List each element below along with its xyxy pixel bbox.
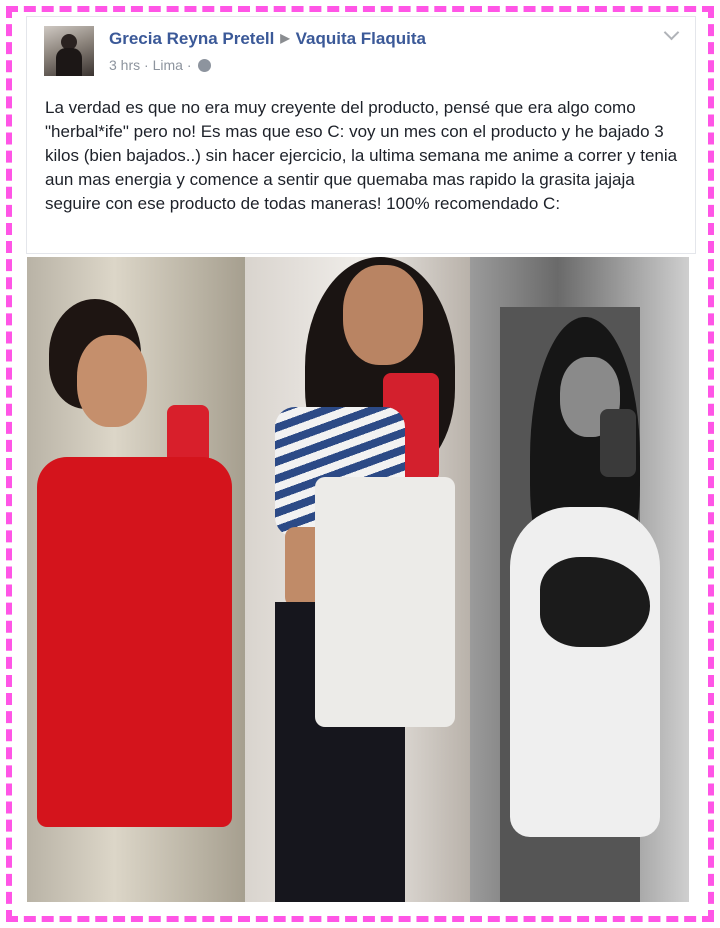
post-header-names: Grecia Reyna Pretell ▶ Vaquita Flaquita xyxy=(109,29,426,49)
chevron-down-icon[interactable] xyxy=(663,24,680,41)
photo-dress xyxy=(37,457,232,827)
right-arrow-icon: ▶ xyxy=(280,31,290,45)
photo-face xyxy=(77,335,147,427)
avatar[interactable] xyxy=(44,26,94,76)
author-link[interactable]: Grecia Reyna Pretell xyxy=(109,29,274,48)
photo-cardigan xyxy=(315,477,455,727)
avatar-body xyxy=(56,48,82,76)
post-time[interactable]: 3 hrs xyxy=(109,57,140,73)
post-text: La verdad es que no era muy creyente del… xyxy=(45,98,678,213)
meta-separator-2: · xyxy=(186,57,192,73)
photo-face xyxy=(343,265,423,365)
photo-phone xyxy=(600,409,636,477)
photo-white-dress[interactable] xyxy=(470,257,689,902)
photo-red-dress[interactable] xyxy=(27,257,245,902)
globe-icon[interactable] xyxy=(198,59,212,72)
group-link[interactable]: Vaquita Flaquita xyxy=(296,29,426,48)
post-photo-collage[interactable] xyxy=(27,257,689,902)
meta-separator: · xyxy=(144,57,149,73)
post-location[interactable]: Lima xyxy=(153,57,183,73)
post-meta: 3 hrs · Lima · xyxy=(109,57,212,73)
photo-striped-top[interactable] xyxy=(245,257,470,902)
facebook-post: Grecia Reyna Pretell ▶ Vaquita Flaquita 3 … xyxy=(26,16,696,254)
